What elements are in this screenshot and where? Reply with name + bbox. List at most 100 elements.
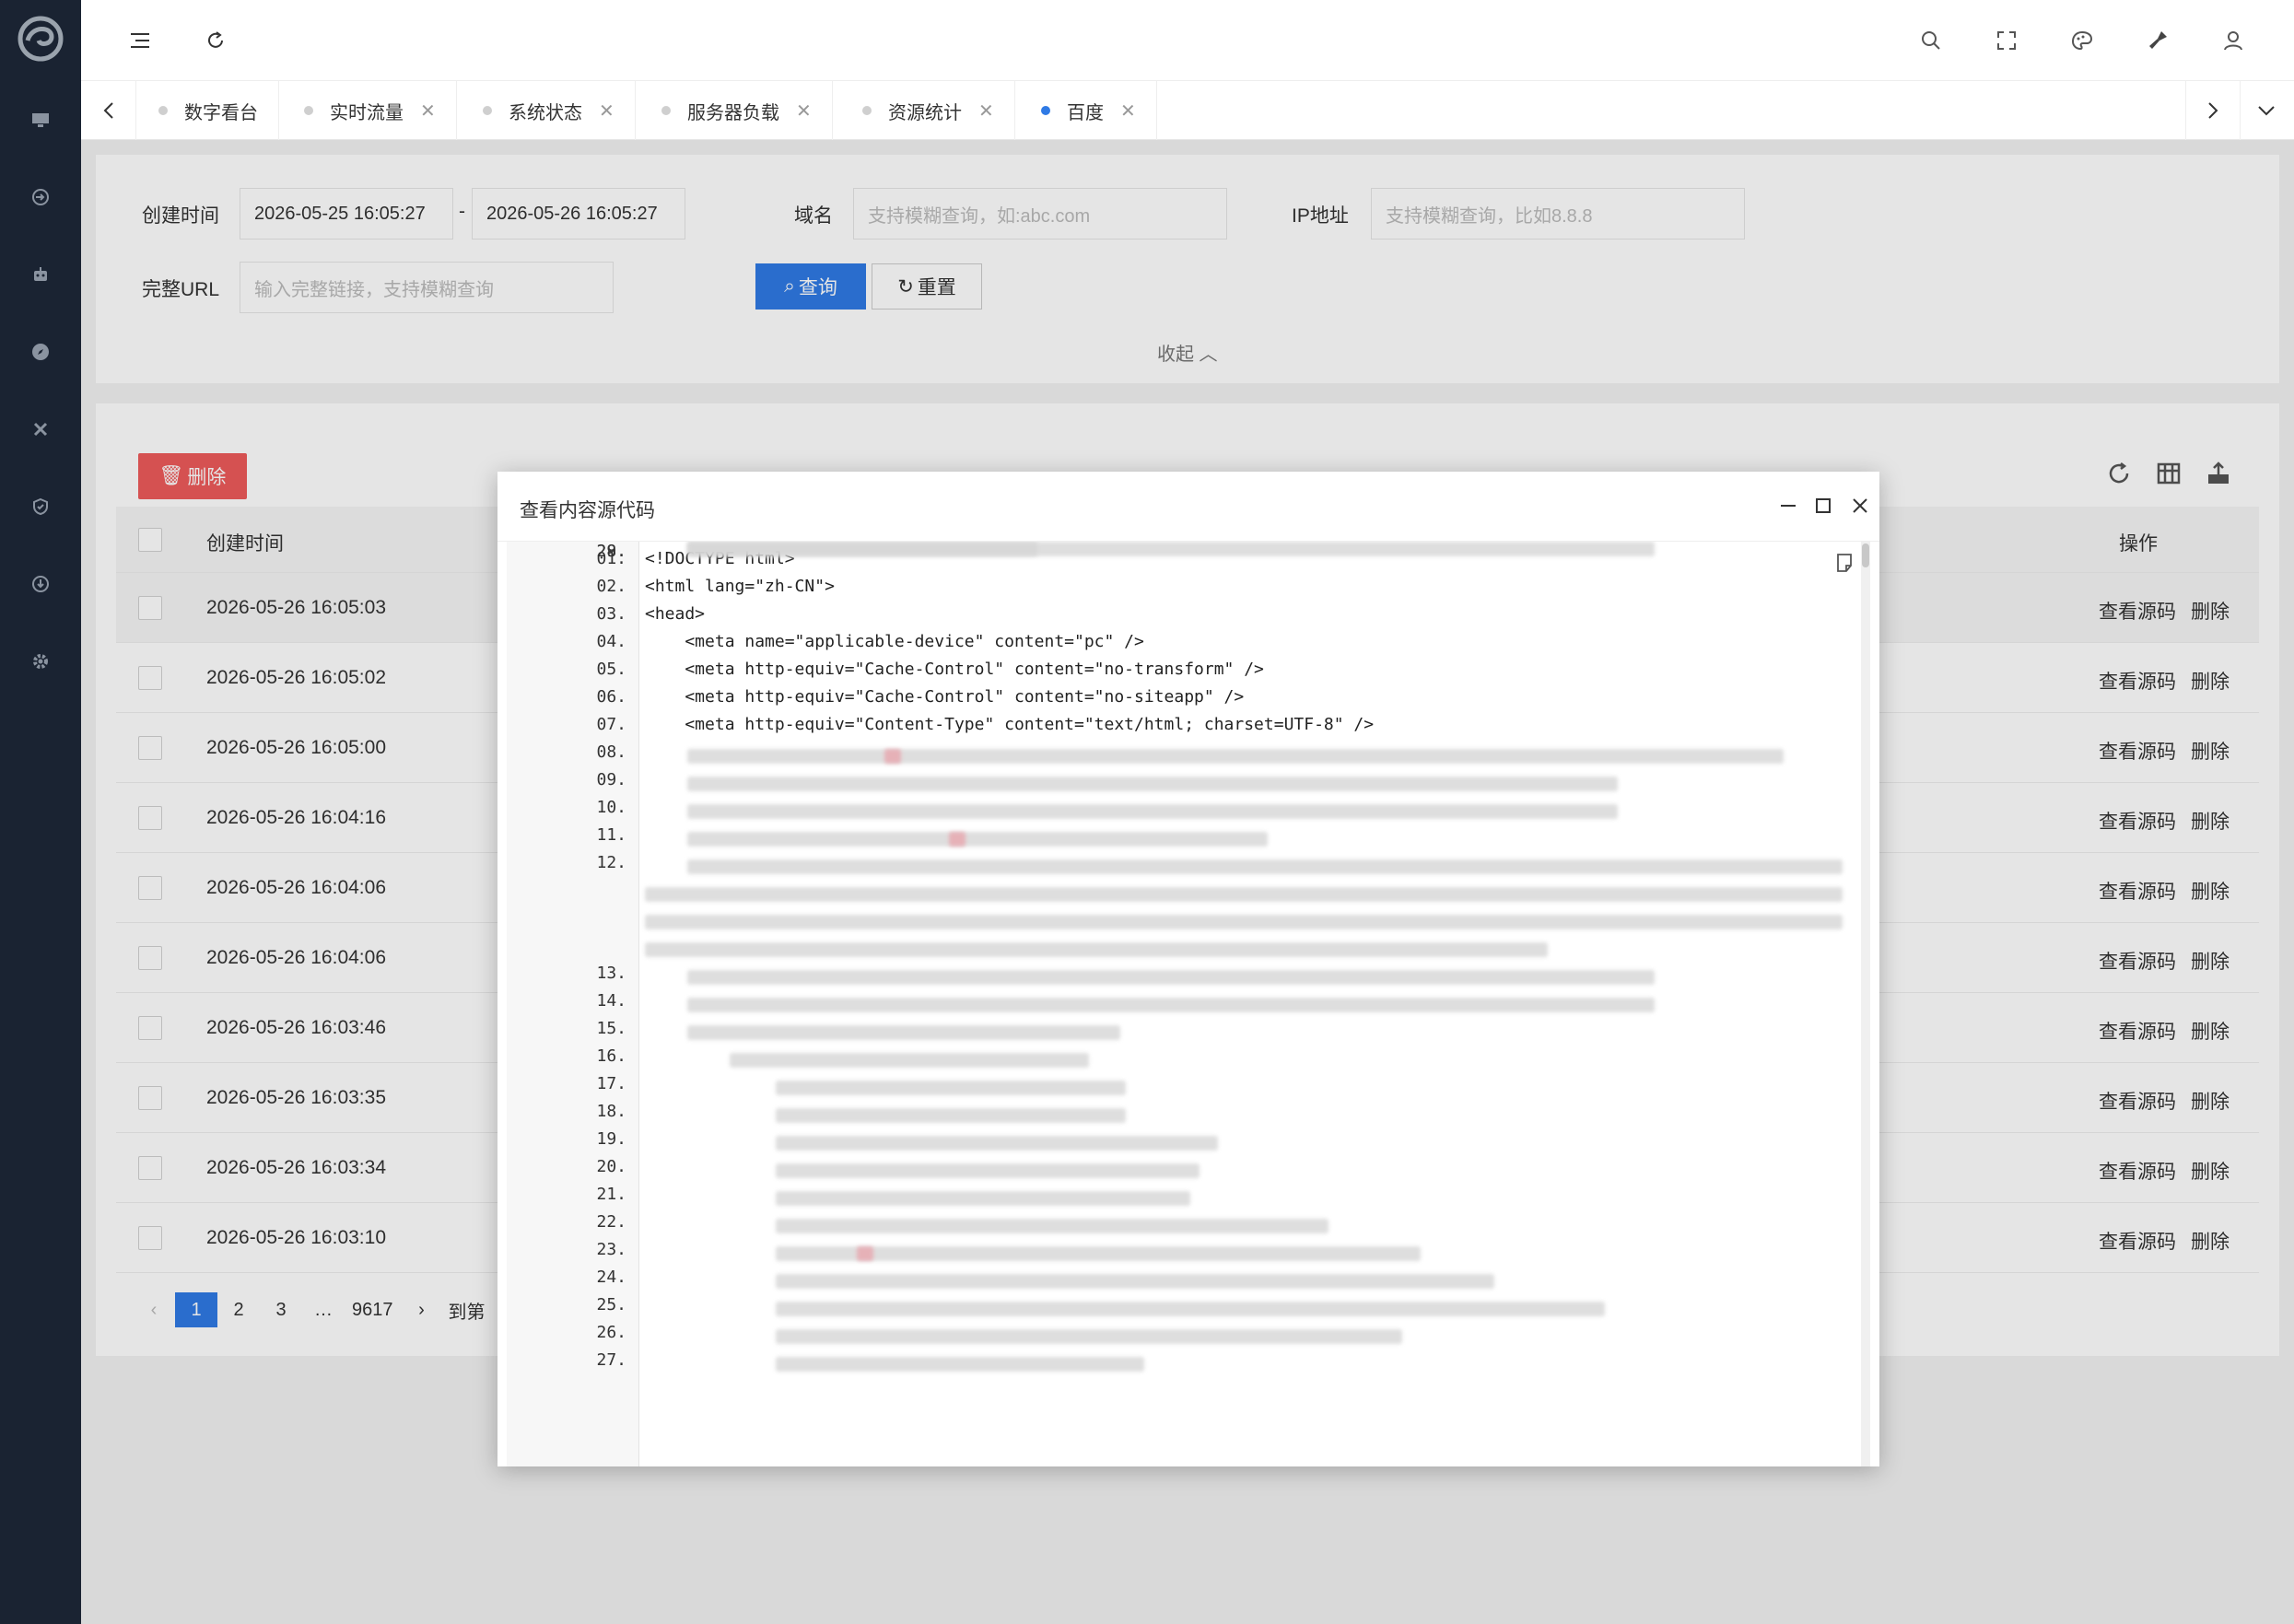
line-number: 18. [596,1102,626,1121]
dialog-title: 查看内容源代码 [520,500,655,521]
close-icon[interactable]: ✕ [978,99,994,123]
source-code-dialog: 查看内容源代码 01. <!DOCTYPE html> 02. <html lang=… [497,472,1879,1466]
blurred-code-line [776,1163,1200,1178]
refresh-icon[interactable] [201,26,230,55]
tab-system-status[interactable]: 系统状态 ✕ [462,81,636,140]
blurred-code-line [645,942,1548,957]
line-number: 27. [596,1350,626,1370]
line-number: 23. [596,1240,626,1259]
blurred-code-line [776,1191,1190,1206]
code-line: <meta http-equiv="Cache-Control" content… [645,660,1264,679]
clean-icon[interactable] [2143,26,2172,55]
blurred-code-line [645,887,1843,902]
blurred-code-line [687,777,1618,791]
blurred-code-line [687,970,1655,985]
tools-icon[interactable] [26,415,55,444]
line-number: 26. [596,1323,626,1342]
sidebar [0,0,81,1624]
blurred-code-line [776,1219,1328,1233]
close-icon[interactable] [1846,492,1874,520]
monitor-icon[interactable] [26,105,55,134]
blurred-code-line [776,1302,1605,1316]
top-header [81,0,2294,81]
tab-prev-icon[interactable] [81,81,136,140]
blurred-highlight [949,832,966,847]
gear-icon[interactable] [26,647,55,676]
line-number: 07. [596,715,626,734]
line-number: 19. [596,1129,626,1149]
tab-dashboard[interactable]: 数字看台 [138,81,279,140]
copy-icon[interactable] [1835,553,1854,578]
line-number: 10. [596,798,626,817]
tab-menu-icon[interactable] [2239,81,2294,140]
fullscreen-icon[interactable] [1992,26,2021,55]
blurred-code-line [687,832,1268,847]
tab-dot [1041,106,1050,115]
tab-label: 数字看台 [184,102,258,123]
line-number: 29. [596,542,626,561]
blurred-code-line [776,1357,1144,1372]
blurred-code-line [776,1108,1126,1123]
blurred-code-line [645,915,1843,929]
line-number: 11. [596,825,626,845]
tab-bar: 数字看台 实时流量 ✕ 系统状态 ✕ 服务器负载 ✕ 资源统计 ✕ 百度 ✕ [81,81,2294,140]
tab-dot [661,106,671,115]
user-icon[interactable] [2218,26,2248,55]
line-number: 15. [596,1019,626,1038]
code-line: <meta http-equiv="Content-Type" content=… [645,715,1375,734]
line-number: 21. [596,1185,626,1204]
blurred-code-line [776,1081,1126,1095]
blurred-code-line [687,1025,1120,1040]
blurred-highlight [857,1246,873,1261]
scrollbar-thumb[interactable] [1862,543,1869,567]
theme-icon[interactable] [2067,26,2097,55]
tab-next-icon[interactable] [2185,81,2241,140]
blurred-code-line [730,1053,1089,1068]
tab-traffic[interactable]: 实时流量 ✕ [284,81,457,140]
close-icon[interactable]: ✕ [1120,99,1136,123]
tab-baidu[interactable]: 百度 ✕ [1021,81,1157,140]
tab-label: 资源统计 [888,102,962,123]
blurred-code-line [776,1274,1494,1289]
search-icon[interactable] [1916,26,1946,55]
line-number: 17. [596,1074,626,1093]
blurred-code-line [687,542,1655,556]
minimize-icon[interactable] [1774,492,1802,520]
line-number: 02. [596,577,626,596]
menu-fold-icon[interactable] [125,26,155,55]
close-icon[interactable]: ✕ [599,99,614,123]
line-number: 05. [596,660,626,679]
line-number: 03. [596,604,626,624]
tab-server-load[interactable]: 服务器负载 ✕ [641,81,833,140]
dialog-header: 查看内容源代码 [497,472,1879,542]
shield-icon[interactable] [26,492,55,521]
line-number: 16. [596,1046,626,1066]
robot-icon[interactable] [26,260,55,289]
tab-resources[interactable]: 资源统计 ✕ [842,81,1015,140]
tab-label: 系统状态 [509,102,582,123]
tab-label: 实时流量 [330,102,404,123]
close-icon[interactable]: ✕ [420,99,436,123]
code-line: <meta name="applicable-device" content="… [645,632,1144,651]
line-number: 08. [596,742,626,762]
blurred-code-line [687,749,1784,764]
tab-dot [862,106,872,115]
blurred-code-line [776,1329,1402,1344]
tab-dot [158,106,168,115]
compass-icon[interactable] [26,337,55,367]
code-line: <head> [645,604,706,624]
tab-dot [483,106,492,115]
line-number: 14. [596,991,626,1011]
maximize-icon[interactable] [1809,492,1837,520]
swirl-logo[interactable] [15,13,66,64]
login-icon[interactable] [26,182,55,212]
download-icon[interactable] [26,569,55,599]
line-number: 24. [596,1268,626,1287]
code-viewer[interactable]: 01. <!DOCTYPE html> 02. <html lang="zh-CN">… [507,542,1870,1466]
line-number: 06. [596,687,626,707]
line-number: 13. [596,964,626,983]
line-number: 22. [596,1212,626,1232]
close-icon[interactable]: ✕ [796,99,812,123]
scrollbar[interactable] [1861,542,1870,1466]
tab-label: 服务器负载 [687,102,779,123]
